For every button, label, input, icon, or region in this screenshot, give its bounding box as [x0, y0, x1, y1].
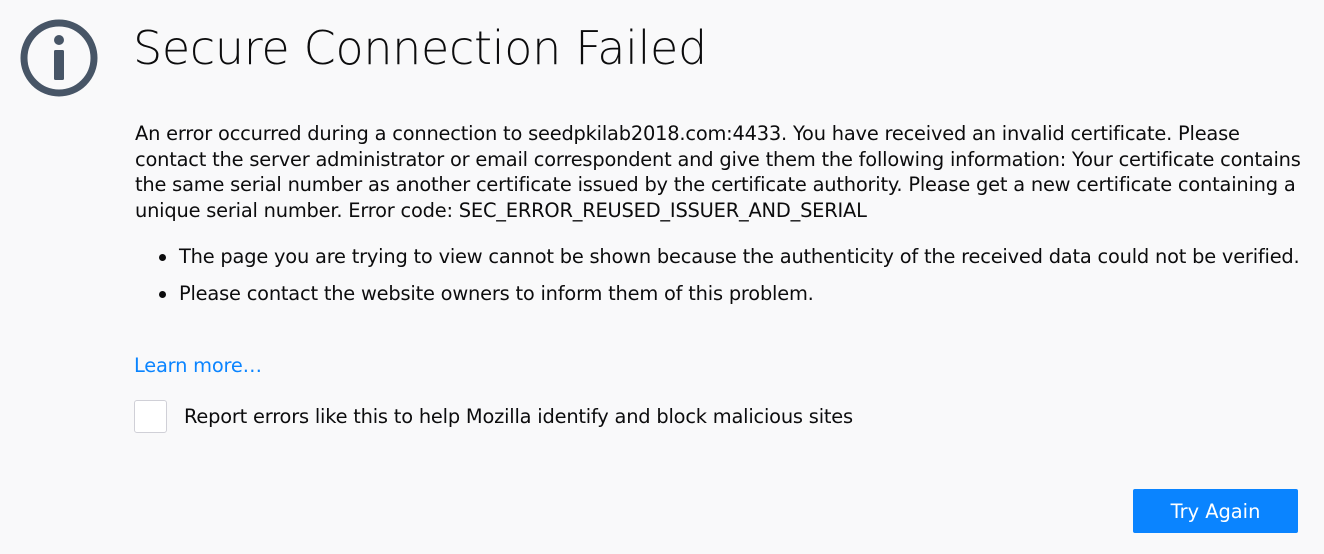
bullet-icon: [159, 254, 166, 261]
error-description: An error occurred during a connection to…: [135, 122, 1301, 222]
try-again-button[interactable]: Try Again: [1133, 489, 1298, 533]
list-item-text: The page you are trying to view cannot b…: [179, 245, 1300, 268]
report-errors-checkbox[interactable]: [134, 400, 167, 433]
list-item: Please contact the website owners to inf…: [135, 281, 1310, 307]
report-errors-label[interactable]: Report errors like this to help Mozilla …: [184, 404, 853, 430]
page-title: Secure Connection Failed: [133, 21, 707, 75]
report-errors-row: Report errors like this to help Mozilla …: [134, 400, 853, 433]
error-details-list: The page you are trying to view cannot b…: [135, 244, 1310, 317]
list-item: The page you are trying to view cannot b…: [135, 244, 1310, 270]
learn-more-link[interactable]: Learn more…: [134, 353, 262, 379]
bullet-icon: [159, 290, 166, 298]
info-icon: [20, 19, 98, 97]
list-item-text: Please contact the website owners to inf…: [179, 281, 814, 305]
